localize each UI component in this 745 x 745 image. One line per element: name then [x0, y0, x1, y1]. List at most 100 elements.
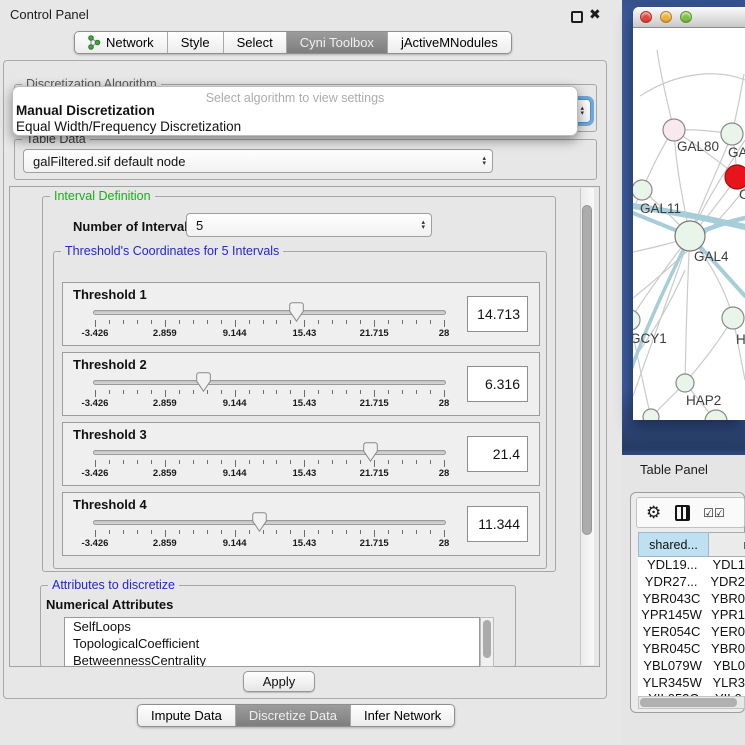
- tab-discretize-data[interactable]: Discretize Data: [235, 705, 350, 726]
- threshold-panel: Threshold 2-3.4262.8599.14415.4321.71528…: [62, 352, 540, 416]
- threshold-value-field[interactable]: 6.316: [467, 366, 528, 402]
- slider-tick: [179, 460, 180, 464]
- tick-label: 28: [439, 538, 450, 549]
- table-row[interactable]: YDL19...YDL1: [638, 557, 745, 574]
- attributes-list-scrollbar[interactable]: [480, 617, 494, 667]
- threshold-value-field[interactable]: 11.344: [467, 506, 528, 542]
- slider-tick: [360, 390, 361, 394]
- partial-node-left[interactable]: [643, 409, 659, 420]
- slider-tick: [430, 320, 431, 324]
- slider-thumb[interactable]: [196, 372, 211, 392]
- table-row[interactable]: YDR27...YDR2: [638, 574, 745, 591]
- slider-tick: [235, 530, 236, 537]
- slider-tick: [249, 530, 250, 534]
- slider-thumb[interactable]: [252, 512, 267, 532]
- slider-tick: [179, 390, 180, 394]
- algorithm-option[interactable]: Equal Width/Frequency Discretization: [16, 119, 241, 134]
- table-row[interactable]: YBL079WYBL0: [638, 658, 745, 675]
- table-panel-toolbar: ⚙ ☑ ☑: [636, 497, 745, 528]
- checkbox-icon[interactable]: ☑: [703, 507, 714, 519]
- tab-select[interactable]: Select: [223, 32, 286, 53]
- float-window-icon[interactable]: [571, 11, 583, 23]
- selected-red-node[interactable]: [725, 165, 745, 189]
- slider-tick: [165, 530, 166, 537]
- table-data-combobox[interactable]: galFiltered.sif default node ▴▾: [23, 149, 493, 173]
- tab-infer-network[interactable]: Infer Network: [350, 705, 454, 726]
- threshold-value-field[interactable]: 21.4: [467, 436, 528, 472]
- slider-tick: [137, 530, 138, 534]
- tick-label: 2.859: [153, 328, 177, 339]
- network-canvas[interactable]: GAL80GACGAL11GAL4GCY1HHAP2: [633, 28, 745, 420]
- tick-label: 28: [439, 328, 450, 339]
- attributes-group: Attributes to discretize Numerical Attri…: [40, 585, 516, 667]
- tab-impute-data[interactable]: Impute Data: [138, 705, 235, 726]
- tab-cyni-toolbox[interactable]: Cyni Toolbox: [286, 32, 387, 53]
- tab-network[interactable]: Network: [75, 32, 167, 53]
- attribute-item[interactable]: SelfLoops: [65, 618, 479, 635]
- slider-thumb[interactable]: [363, 442, 378, 462]
- table-horizontal-scrollbar-thumb[interactable]: [640, 698, 737, 707]
- threshold-panel: Threshold 1-3.4262.8599.14415.4321.71528…: [62, 282, 540, 346]
- column-header-shared[interactable]: shared...: [638, 532, 709, 557]
- numerical-attributes-list[interactable]: SelfLoopsTopologicalCoefficientBetweenne…: [64, 617, 480, 667]
- GAL80-node[interactable]: [663, 119, 685, 141]
- cell-name: YPR1: [705, 607, 745, 624]
- slider-tick: [95, 530, 96, 537]
- table-row[interactable]: YBR045CYBR0: [638, 641, 745, 658]
- tab-label: Style: [181, 35, 210, 50]
- tick-label: 21.715: [360, 538, 389, 549]
- checkbox-icon[interactable]: ☑: [714, 507, 725, 519]
- cell-shared-name: YBR043C: [638, 591, 705, 608]
- slider-track[interactable]: [93, 520, 446, 525]
- tick-label: 15.43: [293, 398, 317, 409]
- algorithm-option[interactable]: Manual Discretization: [16, 103, 155, 118]
- table-row[interactable]: YLR345WYLR3: [638, 675, 745, 692]
- slider-tick: [109, 320, 110, 324]
- HAP2-node[interactable]: [676, 374, 694, 392]
- tick-label: 9.144: [223, 468, 247, 479]
- tab-label: Infer Network: [364, 708, 441, 723]
- zoom-light[interactable]: [680, 11, 692, 23]
- table-row[interactable]: YBR043CYBR0: [638, 591, 745, 608]
- table-row[interactable]: YER054CYER0: [638, 624, 745, 641]
- top-right-node[interactable]: [721, 123, 743, 145]
- slider-tick: [318, 390, 319, 394]
- slider-tick: [165, 390, 166, 397]
- table-row[interactable]: YPR145WYPR1: [638, 607, 745, 624]
- column-header-name[interactable]: na: [709, 532, 745, 557]
- apply-button[interactable]: Apply: [243, 671, 315, 692]
- gear-icon[interactable]: ⚙: [646, 504, 661, 521]
- attributes-list-scrollbar-thumb[interactable]: [483, 620, 491, 658]
- attribute-item[interactable]: TopologicalCoefficient: [65, 635, 479, 652]
- GAL11-node[interactable]: [633, 180, 652, 200]
- minimize-light[interactable]: [660, 11, 672, 23]
- tab-style[interactable]: Style: [167, 32, 223, 53]
- vertical-scrollbar-thumb[interactable]: [582, 205, 592, 535]
- GCY1-node[interactable]: [633, 310, 640, 330]
- close-light[interactable]: [640, 11, 652, 23]
- threshold-value-field[interactable]: 14.713: [467, 296, 528, 332]
- slider-track[interactable]: [93, 450, 446, 455]
- slider-tick: [290, 390, 291, 394]
- tick-label: -3.426: [82, 538, 109, 549]
- tick-label: 28: [439, 468, 450, 479]
- num-intervals-combobox[interactable]: 5 ▴▾: [186, 213, 432, 237]
- slider-tick: [95, 320, 96, 327]
- slider-thumb[interactable]: [289, 302, 304, 322]
- network-window-titlebar[interactable]: [633, 7, 745, 28]
- attribute-item[interactable]: BetweennessCentrality: [65, 652, 479, 667]
- network-icon: [88, 35, 101, 50]
- GAL4-node[interactable]: [675, 221, 705, 251]
- interval-definition-title: Interval Definition: [50, 189, 155, 203]
- slider-tick: [388, 460, 389, 464]
- slider-track[interactable]: [93, 310, 446, 315]
- close-icon[interactable]: ✖: [589, 6, 601, 23]
- slider-tick: [416, 460, 417, 464]
- H-node[interactable]: [722, 307, 744, 329]
- slider-tick: [165, 320, 166, 327]
- split-view-icon[interactable]: [675, 505, 690, 521]
- slider-track[interactable]: [93, 380, 446, 385]
- slider-tick: [360, 460, 361, 464]
- node-table: YDL19...YDL1YDR27...YDR2YBR043CYBR0YPR14…: [638, 557, 745, 696]
- tab-jactivemnodules[interactable]: jActiveMNodules: [387, 32, 511, 53]
